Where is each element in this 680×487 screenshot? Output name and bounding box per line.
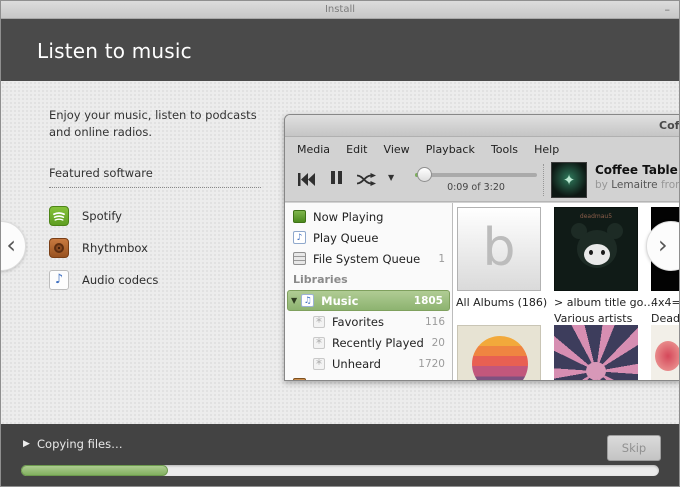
install-status-text: Copying files…	[37, 437, 123, 451]
sidebar-item-audiobooks[interactable]: Audiobooks	[285, 374, 452, 380]
libraries-heading: Libraries	[285, 269, 452, 290]
expander-icon[interactable]: ▼	[291, 296, 297, 305]
window-titlebar: Install –	[1, 1, 679, 19]
installer-window: Install – Listen to music Enjoy your mus…	[0, 0, 680, 487]
sidebar-item-music[interactable]: ▼ ♫ Music 1805	[287, 290, 450, 311]
sidebar-item-unheard[interactable]: * Unheard 1720	[285, 353, 452, 374]
sidebar-item-file-system-queue[interactable]: File System Queue 1	[285, 248, 452, 269]
music-icon: ♫	[301, 294, 314, 307]
file-system-queue-icon	[293, 252, 306, 265]
item-count: 116	[425, 316, 445, 328]
album-art-thumbnail: ✦	[551, 162, 587, 198]
sidebar-item-favorites[interactable]: * Favorites 116	[285, 311, 452, 332]
slide-content: Enjoy your music, listen to podcasts and…	[1, 81, 679, 424]
slide-header: Listen to music	[1, 19, 679, 81]
artist-name: Lemaitre	[611, 179, 657, 191]
album-label: > album title go… Various artists	[554, 295, 654, 327]
menu-tools[interactable]: Tools	[491, 143, 518, 156]
menu-playback[interactable]: Playback	[426, 143, 475, 156]
rb-titlebar: Coffee Table	[285, 115, 679, 137]
chevron-down-icon[interactable]: ▼	[388, 173, 394, 182]
item-count: 1720	[418, 358, 445, 370]
album-label: All Albums (186)	[456, 295, 547, 311]
item-count: 20	[432, 337, 445, 349]
featured-item-label: Spotify	[82, 209, 122, 223]
gear-icon: *	[313, 316, 325, 328]
featured-software-heading: Featured software	[49, 166, 261, 188]
featured-item-audio-codecs: ♪ Audio codecs	[49, 264, 271, 296]
rb-toolbar: ▼ 0:09 of 3:20 ✦ Coffee Table by Lemaitr…	[285, 158, 679, 202]
rb-menubar: Media Edit View Playback Tools Help	[285, 137, 679, 158]
featured-item-spotify: Spotify	[49, 200, 271, 232]
sidebar-item-recently-played[interactable]: * Recently Played 20	[285, 332, 452, 353]
rb-sidebar: Now Playing ♪ Play Queue File System Que…	[285, 203, 453, 380]
song-title: Coffee Table	[595, 163, 679, 177]
album-art-text: deadmau5	[555, 213, 637, 220]
now-playing-icon	[293, 210, 306, 223]
featured-item-label: Rhythmbox	[82, 241, 148, 255]
album-tile-flower[interactable]	[651, 325, 679, 380]
progress-track	[21, 465, 659, 476]
expander-triangle-icon[interactable]: ▶	[23, 439, 30, 449]
seek-slider[interactable]	[415, 173, 537, 177]
rhythmbox-screenshot: Coffee Table Media Edit View Playback To…	[284, 114, 679, 381]
previous-track-icon[interactable]	[298, 171, 315, 190]
now-playing-info: Coffee Table by Lemaitre from F	[595, 163, 679, 191]
window-title: Install	[325, 4, 355, 15]
audiobooks-icon	[293, 378, 306, 380]
sidebar-item-now-playing[interactable]: Now Playing	[285, 206, 452, 227]
song-artist-line: by Lemaitre from F	[595, 179, 679, 191]
menu-view[interactable]: View	[384, 143, 410, 156]
rhythmbox-icon	[49, 238, 69, 258]
sidebar-item-play-queue[interactable]: ♪ Play Queue	[285, 227, 452, 248]
slide-text-column: Enjoy your music, listen to podcasts and…	[49, 107, 271, 296]
page-title: Listen to music	[1, 19, 679, 83]
play-queue-icon: ♪	[293, 231, 306, 244]
seek-slider-handle[interactable]	[417, 167, 432, 182]
menu-edit[interactable]: Edit	[346, 143, 367, 156]
toolbar-separator	[543, 164, 544, 196]
album-tile-kaleidoscope[interactable]	[554, 325, 638, 380]
featured-software-list: Spotify Rhythmbox ♪ Audio codecs	[49, 200, 271, 296]
prev-slide-button[interactable]: ‹	[1, 221, 26, 271]
album-label: 4x4= Dead	[651, 295, 679, 327]
spotify-icon	[49, 206, 69, 226]
skip-button[interactable]: Skip	[607, 435, 661, 461]
playback-time: 0:09 of 3:20	[415, 182, 537, 193]
item-count: 1	[438, 253, 445, 265]
rb-window-title: Coffee Table	[659, 119, 679, 132]
featured-item-rhythmbox: Rhythmbox	[49, 232, 271, 264]
shuffle-icon[interactable]	[357, 171, 377, 190]
menu-media[interactable]: Media	[297, 143, 330, 156]
album-tile-sunset[interactable]	[457, 325, 541, 380]
item-count: 1805	[414, 295, 443, 307]
rb-body: Now Playing ♪ Play Queue File System Que…	[285, 203, 679, 380]
install-progress-bar-area: ▶ Copying files… Skip	[1, 424, 679, 486]
menu-help[interactable]: Help	[534, 143, 559, 156]
gear-icon: *	[313, 358, 325, 370]
pause-icon[interactable]	[331, 171, 342, 184]
featured-item-label: Audio codecs	[82, 273, 158, 287]
album-tile-all-albums[interactable]: b	[457, 207, 541, 291]
progress-fill	[21, 465, 168, 476]
slide-description: Enjoy your music, listen to podcasts and…	[49, 107, 271, 142]
gear-icon: *	[313, 337, 325, 349]
audio-codecs-icon: ♪	[49, 270, 69, 290]
minimize-button[interactable]: –	[665, 1, 671, 18]
album-grid: b deadmau5 All Albums (186) > album titl…	[453, 203, 679, 380]
album-tile-deadmau5[interactable]: deadmau5	[554, 207, 638, 291]
